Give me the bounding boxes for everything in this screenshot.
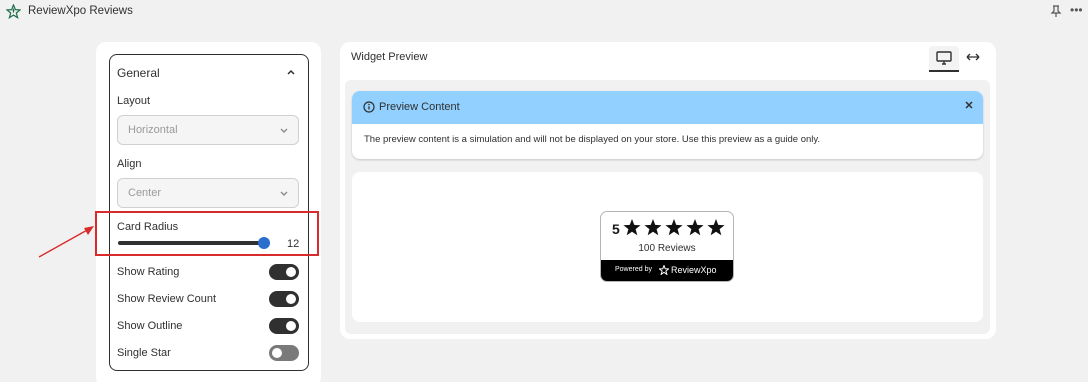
- layout-label: Layout: [117, 95, 151, 107]
- star-icon: [665, 219, 683, 236]
- brand-name: ReviewXpo: [671, 265, 717, 275]
- preview-title: Widget Preview: [351, 51, 428, 63]
- toggle-label-show-rating: Show Rating: [117, 266, 180, 278]
- powered-by-text: Powered by: [615, 266, 652, 273]
- toggle-label-show-review-count: Show Review Count: [117, 293, 217, 305]
- banner-header: Preview Content: [352, 91, 983, 124]
- single-star-toggle[interactable]: [269, 345, 299, 361]
- review-widget: 5 100 Reviews Powered by ReviewXpo: [600, 211, 734, 282]
- pin-icon[interactable]: [1050, 5, 1062, 18]
- desktop-view-button[interactable]: [929, 46, 959, 72]
- show-review-count-toggle[interactable]: [269, 291, 299, 307]
- annotation-highlight-box: [95, 211, 319, 256]
- banner-title: Preview Content: [379, 101, 460, 113]
- banner-message: The preview content is a simulation and …: [364, 134, 821, 145]
- align-label: Align: [117, 158, 142, 170]
- align-value: Center: [128, 187, 162, 199]
- toggle-knob: [286, 321, 296, 331]
- section-title[interactable]: General: [117, 66, 160, 80]
- star-logo-icon: [659, 265, 669, 275]
- widget-review-count: 100 Reviews: [638, 243, 696, 254]
- info-icon: [363, 101, 375, 113]
- toggle-label-show-outline: Show Outline: [117, 320, 183, 332]
- toggle-label-single-star: Single Star: [117, 347, 171, 359]
- more-options-icon[interactable]: •••: [1070, 3, 1083, 17]
- star-icon: [623, 219, 641, 236]
- star-icon: [644, 219, 662, 236]
- chevron-down-icon: [280, 128, 288, 133]
- close-icon[interactable]: [964, 100, 974, 110]
- layout-value: Horizontal: [128, 124, 178, 136]
- desktop-icon: [936, 51, 952, 65]
- star-icon: [707, 219, 725, 236]
- chevron-down-icon: [280, 191, 288, 196]
- app-header: ReviewXpo Reviews •••: [0, 0, 1088, 26]
- align-select[interactable]: Center: [117, 178, 299, 208]
- widget-rating: 5: [612, 221, 620, 237]
- star-icon: [686, 219, 704, 236]
- star-logo-icon: [6, 4, 21, 19]
- full-width-icon[interactable]: [965, 50, 981, 64]
- preview-content-banner: Preview Content The preview content is a…: [352, 91, 983, 159]
- app-title: ReviewXpo Reviews: [28, 5, 133, 17]
- star-rating-icons: [623, 219, 725, 236]
- chevron-up-icon[interactable]: [286, 67, 296, 77]
- widget-footer: Powered by ReviewXpo: [601, 260, 733, 281]
- toggle-knob: [286, 267, 296, 277]
- layout-select[interactable]: Horizontal: [117, 115, 299, 145]
- toggle-knob: [272, 348, 282, 358]
- annotation-arrow-icon: [38, 226, 94, 258]
- toggle-knob: [286, 294, 296, 304]
- show-rating-toggle[interactable]: [269, 264, 299, 280]
- show-outline-toggle[interactable]: [269, 318, 299, 334]
